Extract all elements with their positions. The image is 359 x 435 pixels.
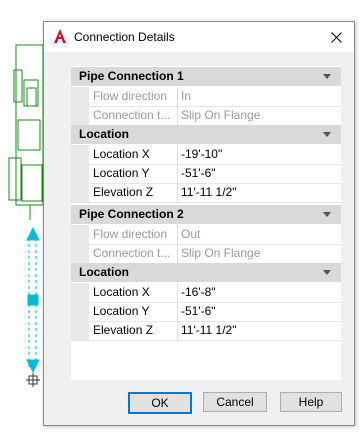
property-elevation-z-1[interactable]: Elevation Z 11'-11 1/2" [71, 183, 341, 203]
property-flow-direction-1: Flow direction In [71, 87, 341, 107]
property-elevation-z-2[interactable]: Elevation Z 11'-11 1/2" [71, 321, 341, 341]
collapse-arrow-icon[interactable] [323, 74, 331, 79]
property-name: Flow direction [93, 89, 168, 103]
category-pipe-connection-1[interactable]: Pipe Connection 1 [71, 67, 341, 86]
properties-grid: Pipe Connection 1 Flow direction In Conn… [71, 66, 341, 380]
property-location-x-1[interactable]: Location X -19'-10" [71, 145, 341, 165]
grip-square [27, 294, 39, 306]
category-location-1[interactable]: Location [71, 125, 341, 144]
property-name: Connection t... [93, 108, 171, 122]
property-location-x-2[interactable]: Location X -16'-8" [71, 283, 341, 303]
property-connection-type-1: Connection t... Slip On Flange [71, 106, 341, 126]
property-name: Flow direction [93, 227, 168, 241]
category-location-2[interactable]: Location [71, 263, 341, 282]
property-location-y-2[interactable]: Location Y -51'-6" [71, 302, 341, 322]
property-value: Out [181, 227, 201, 241]
property-location-y-1[interactable]: Location Y -51'-6" [71, 164, 341, 184]
property-value[interactable]: -19'-10" [181, 147, 222, 161]
property-name: Connection t... [93, 246, 171, 260]
property-value[interactable]: 11'-11 1/2" [181, 323, 236, 337]
cancel-button[interactable]: Cancel [203, 392, 267, 412]
property-value: Slip On Flange [181, 108, 261, 122]
property-name: Elevation Z [93, 185, 154, 199]
help-button[interactable]: Help [280, 392, 342, 412]
ok-button[interactable]: OK [128, 392, 192, 414]
property-value[interactable]: 11'-11 1/2" [181, 185, 236, 199]
property-value: In [181, 89, 192, 103]
autocad-a-icon [54, 29, 66, 43]
category-label: Location [79, 265, 129, 279]
property-name: Location X [93, 147, 150, 161]
property-value[interactable]: -16'-8" [181, 285, 216, 299]
close-icon [330, 31, 342, 43]
property-value[interactable]: -51'-6" [181, 304, 216, 318]
connection-arrow-up [26, 226, 40, 241]
property-value[interactable]: -51'-6" [181, 166, 216, 180]
property-connection-type-2: Connection t... Slip On Flange [71, 244, 341, 264]
dialog-titlebar: Connection Details [44, 22, 354, 52]
connection-details-dialog: Connection Details Pipe Connection 1 Flo… [43, 21, 355, 426]
close-button[interactable] [318, 22, 354, 52]
collapse-arrow-icon[interactable] [323, 212, 331, 217]
category-label: Location [79, 127, 129, 141]
dialog-title: Connection Details [74, 30, 175, 44]
property-name: Elevation Z [93, 323, 154, 337]
property-value: Slip On Flange [181, 246, 261, 260]
property-name: Location Y [93, 304, 150, 318]
collapse-arrow-icon[interactable] [323, 132, 331, 137]
property-name: Location Y [93, 166, 150, 180]
property-flow-direction-2: Flow direction Out [71, 225, 341, 245]
category-label: Pipe Connection 2 [79, 207, 184, 221]
collapse-arrow-icon[interactable] [323, 270, 331, 275]
property-name: Location X [93, 285, 150, 299]
category-label: Pipe Connection 1 [79, 69, 184, 83]
category-pipe-connection-2[interactable]: Pipe Connection 2 [71, 205, 341, 224]
equipment-outline [15, 44, 44, 206]
